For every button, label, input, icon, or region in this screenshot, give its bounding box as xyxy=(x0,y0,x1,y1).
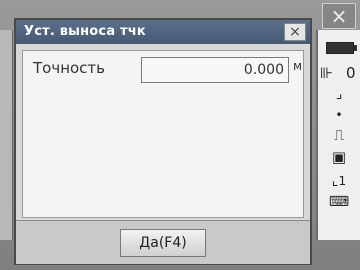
close-button[interactable]: × xyxy=(284,23,306,41)
status-panel: ⊪ 0 ⌟ • ⎍ ▣ ⌞1 ⌨ xyxy=(316,30,360,240)
input-mode-row: ⌞1 xyxy=(318,170,360,189)
title-bar: Уст. выноса тчк × xyxy=(16,20,310,44)
background-left-strip xyxy=(0,30,13,240)
prism-constant-value: 0 xyxy=(346,64,356,82)
ok-button[interactable]: Да(F4) xyxy=(120,229,206,257)
precision-value: 0.000 xyxy=(243,62,284,78)
tilt-icon: ⎍ xyxy=(333,126,345,144)
reflector-icon: ⊪ xyxy=(320,64,334,82)
precision-label: Точность xyxy=(33,59,106,77)
input-mode-value: 1 xyxy=(338,174,347,188)
background-close-button[interactable]: × xyxy=(322,3,356,29)
measure-mode-icon: ⌟ xyxy=(335,86,343,102)
dialog-title: Уст. выноса тчк xyxy=(24,24,146,39)
dot-icon: • xyxy=(335,108,343,122)
precision-unit: м xyxy=(293,59,303,73)
precision-input[interactable]: 0.000 xyxy=(141,57,289,83)
laser-pointer-icon: ▣ xyxy=(331,148,347,166)
battery-icon xyxy=(326,42,357,54)
dialog-content: Точность 0.000 м xyxy=(22,50,304,218)
keyboard-icon: ⌨ xyxy=(328,194,350,210)
dialog-footer: Да(F4) xyxy=(16,220,310,264)
stakeout-settings-dialog: Уст. выноса тчк × Точность 0.000 м Да(F4… xyxy=(14,18,312,265)
